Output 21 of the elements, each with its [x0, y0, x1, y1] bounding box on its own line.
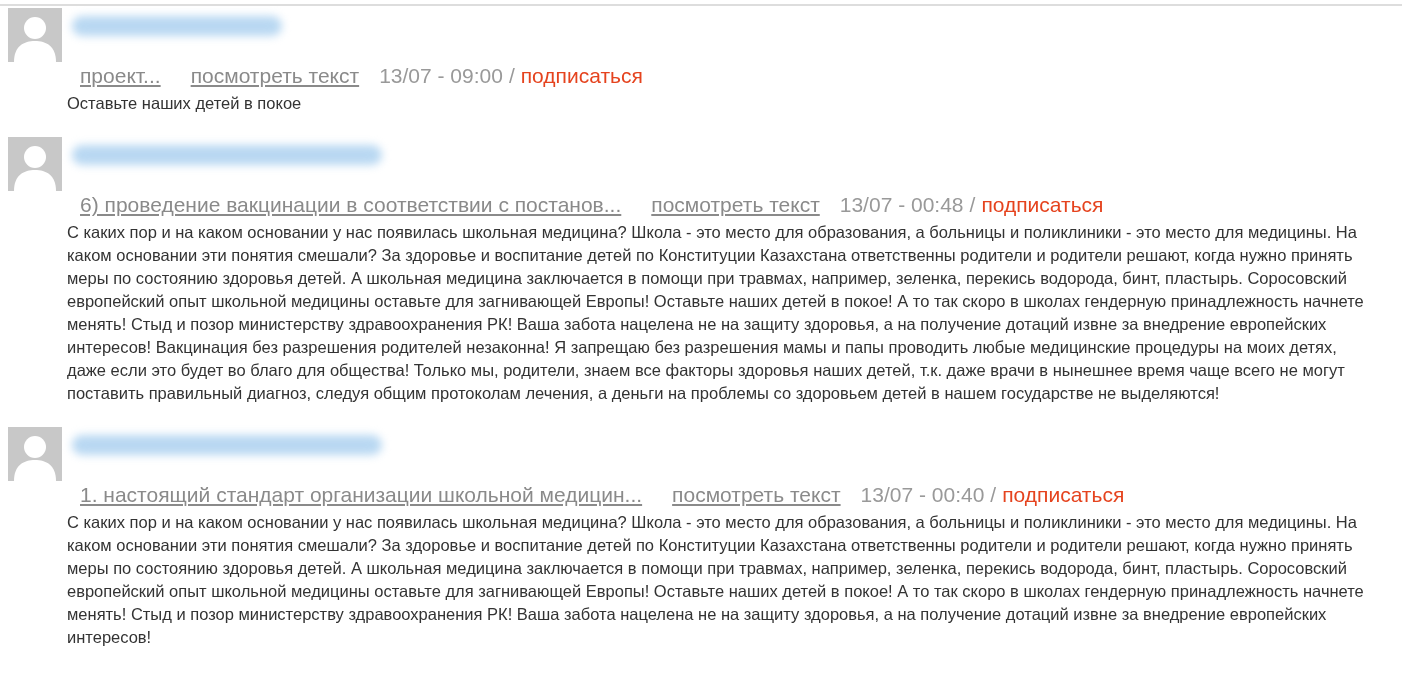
document-link[interactable]: 1. настоящий стандарт организации школьной медицин... [80, 483, 643, 507]
comment-text: С каких пор и на каком основании у нас появилась школьная медицина? Школа - это место для образования, а больницы и поликлиники - это место для медицины. На каком основании эти понятия смешали? За здоровье и воспитание детей по Конституции Казахстана ответственны родители и родители решают, когда нужно принять меры по состоянию здоровья детей. А школьная медицина заключается в помощи при травмах, например, зеленка, перекись водорода, бинт, пластырь. Соросовский европейский опыт школьной медицины оставьте для загнивающей Европы! Оставьте наших детей в покое! А то так скоро в школах гендерную принадлежность начнете менять! Стыд и позор министерству здравоохранения РК! Ваша забота нацелена не на защиту здоровья, а на получение дотаций извне за внедрение европейских интересов! Вакцинация без разрешения родителей незаконна! Я запрещаю без разрешения мамы и папы проводить любые медицинские процедуры на моих детях, даже если это будет во благо для общества! Только мы, родители, знаем все факторы здоровья наших детей, т.к. даже врачи в нынешнее время чаще всего не могут поставить правильный диагноз, следуя общим протоколам лечения, а деньги на проблемы со здоровьем детей в нашем государстве не выделяются! [67, 222, 1365, 404]
document-link[interactable]: проект... [80, 64, 161, 88]
separator-text: / [508, 64, 515, 88]
document-link[interactable]: 6) проведение вакцинации в соответствии с постанов... [80, 193, 622, 217]
view-text-link[interactable]: посмотреть текст [672, 483, 841, 507]
comment-text: Оставьте наших детей в покое [67, 93, 303, 114]
comment-date: 13/07 - 09:00 [379, 64, 503, 88]
avatar-icon [8, 8, 62, 62]
subscribe-link[interactable]: подписаться [520, 64, 643, 88]
subscribe-link[interactable]: подписаться [981, 193, 1104, 217]
avatar-icon [8, 137, 62, 191]
avatar-icon [8, 427, 62, 481]
subscribe-link[interactable]: подписаться [1002, 483, 1125, 507]
separator-text: / [969, 193, 976, 217]
separator-text: / [990, 483, 997, 507]
view-text-link[interactable]: посмотреть текст [190, 64, 360, 88]
comment-text: С каких пор и на каком основании у нас появилась школьная медицина? Школа - это место для образования, а больницы и поликлиники - это место для медицины. На каком основании эти понятия смешали? За здоровье и воспитание детей по Конституции Казахстана ответственны родители и родители решают, когда нужно принять меры по состоянию здоровья детей. А школьная медицина заключается в помощи при травмах, например, зеленка, перекись водорода, бинт, пластырь. Соросовский европейский опыт школьной медицины оставьте для загнивающей Европы! Оставьте наших детей в покое! А то так скоро в школах гендерную принадлежность начнете менять! Стыд и позор министерству здравоохранения РК! Ваша забота нацелена не на защиту здоровья, а на получение дотаций извне за внедрение европейских интересов! [67, 512, 1365, 648]
comment-date: 13/07 - 00:40 [860, 483, 985, 507]
comment-date: 13/07 - 00:48 [839, 193, 964, 217]
view-text-link[interactable]: посмотреть текст [651, 193, 820, 217]
